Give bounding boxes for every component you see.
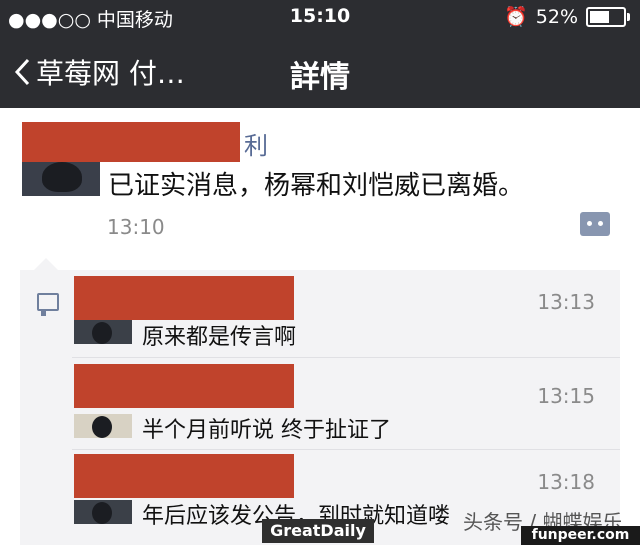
comment-time: 13:13 [537,290,595,314]
post-author-name[interactable]: 利 [244,126,268,161]
comment-avatar[interactable] [74,414,132,438]
battery-icon [586,6,630,27]
battery-percent: 52% [535,5,578,28]
greatdaily-watermark: GreatDaily [262,519,374,543]
battery-fill [590,10,609,23]
funpeer-watermark: funpeer.com [521,526,640,545]
status-right: ⏰ 52% [504,5,630,28]
redacted-name-block [74,364,294,408]
redacted-name-block [74,454,294,498]
redacted-name-block [74,276,294,320]
post-time: 13:10 [107,215,165,239]
post-text: 已证实消息，杨幂和刘恺威已离婚。 [108,171,525,201]
alarm-icon: ⏰ [504,6,528,28]
avatar-hair [92,322,112,344]
comment-time: 13:15 [537,384,595,408]
dot-icon [587,221,592,226]
avatar-hair [42,162,82,192]
status-bar: ●●●○○ 中国移动 15:10 ⏰ 52% [0,0,640,34]
redacted-name-block [22,122,240,162]
avatar-hair [92,502,112,524]
comment-avatar[interactable] [74,500,132,524]
divider [72,357,620,358]
comment-text: 半个月前听说 终于扯证了 [142,418,391,443]
comment-text: 原来都是传言啊 [142,325,297,350]
post-avatar[interactable] [22,162,100,196]
comment-bubble-icon [37,293,59,316]
avatar-hair [92,416,112,438]
comment-avatar[interactable] [74,320,132,344]
comment-action-button[interactable] [580,212,610,236]
divider [72,449,620,450]
navigation-bar: 草莓网 付… 詳情 [0,34,640,108]
dot-icon [598,221,603,226]
comment-time: 13:18 [537,470,595,494]
page-title: 詳情 [290,60,350,95]
